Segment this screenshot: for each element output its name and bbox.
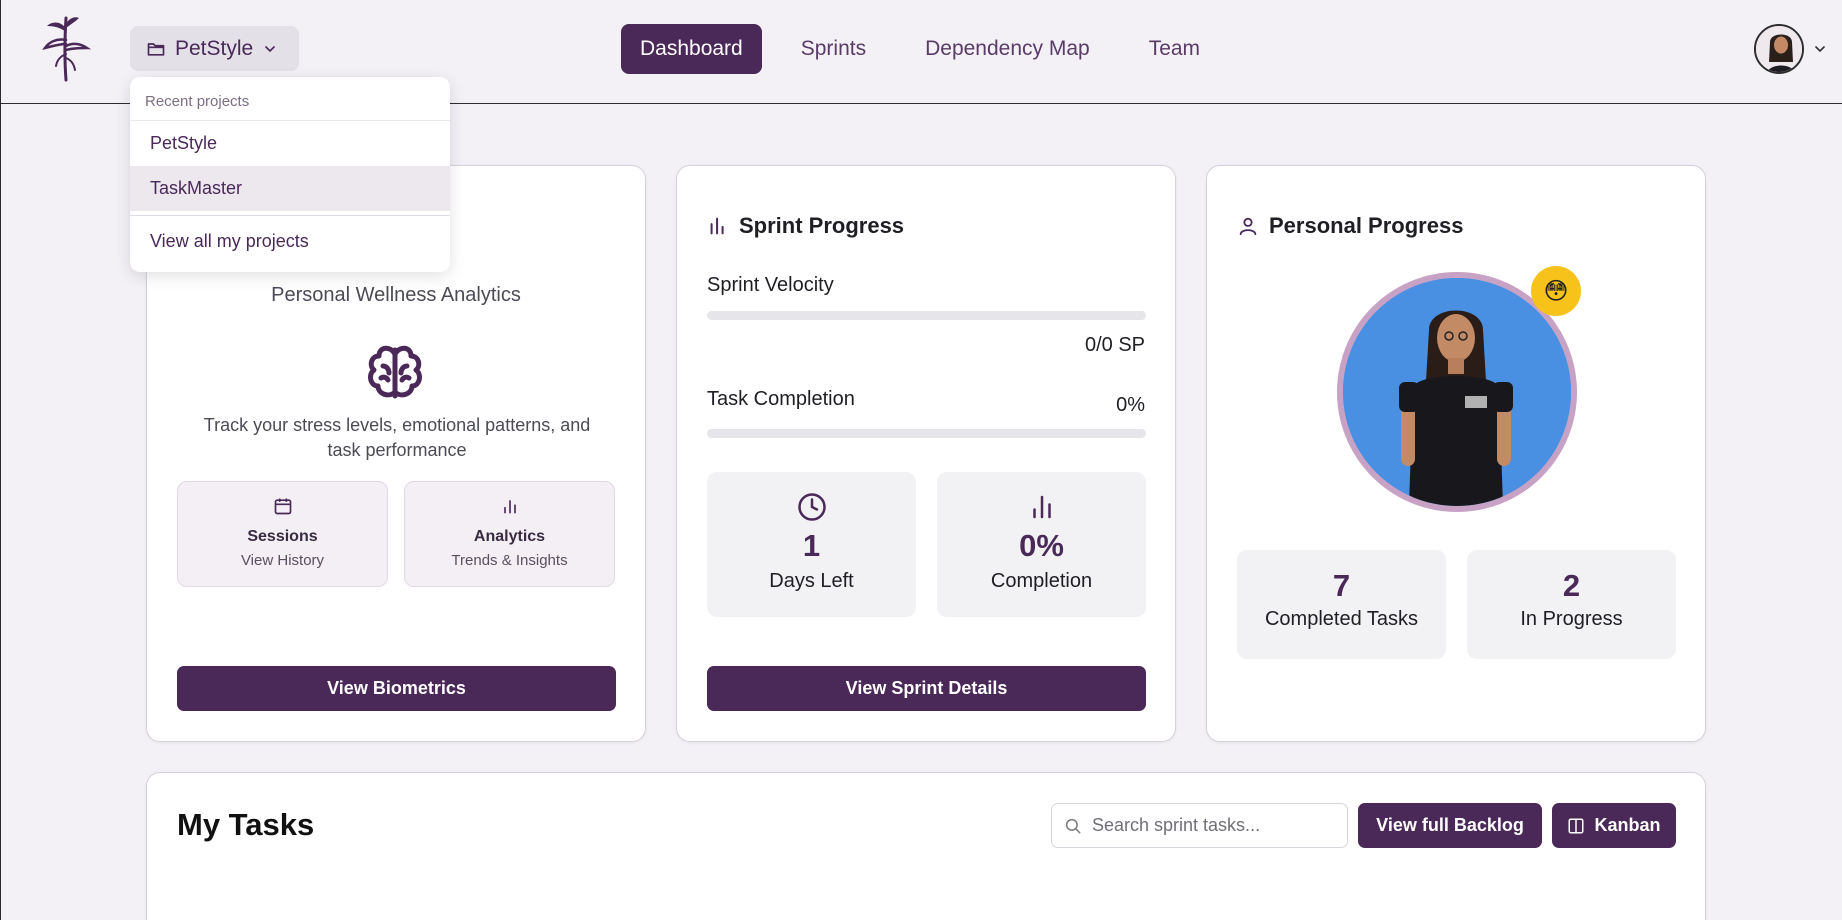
- view-all-projects-link[interactable]: View all my projects: [130, 216, 450, 266]
- sessions-tile[interactable]: Sessions View History: [177, 481, 388, 587]
- mood-emoji-badge[interactable]: 😳: [1531, 266, 1581, 316]
- completion-label: Task Completion: [707, 388, 855, 410]
- user-avatar[interactable]: [1754, 24, 1804, 74]
- dropdown-item-petstyle[interactable]: PetStyle: [130, 121, 450, 166]
- project-dropdown-menu: Recent projects PetStyle TaskMaster View…: [130, 77, 450, 272]
- user-menu[interactable]: [1754, 24, 1828, 74]
- avatar-figure: [1343, 278, 1571, 506]
- user-icon: [1239, 217, 1257, 236]
- chevron-down-icon: [1815, 46, 1825, 53]
- calendar-icon: [274, 498, 291, 515]
- velocity-value-row: 0/0 SP: [707, 334, 1145, 357]
- view-biometrics-button[interactable]: View Biometrics: [177, 666, 616, 711]
- bar-chart-icon: [710, 217, 724, 235]
- bar-chart-icon: [1032, 495, 1051, 519]
- view-full-backlog-button[interactable]: View full Backlog: [1358, 803, 1542, 848]
- velocity-row: Sprint Velocity: [707, 274, 1145, 297]
- app-logo-icon[interactable]: [41, 14, 91, 82]
- analytics-tile[interactable]: Analytics Trends & Insights: [404, 481, 615, 587]
- nav-sprints[interactable]: Sprints: [782, 24, 885, 74]
- project-selector-button[interactable]: PetStyle: [130, 26, 299, 71]
- my-tasks-card: My Tasks View full Backlog Kanban: [146, 772, 1706, 920]
- kanban-button-label: Kanban: [1594, 815, 1661, 835]
- folder-icon: [147, 42, 165, 56]
- completed-tasks-stat: 7 Completed Tasks: [1237, 550, 1446, 659]
- completion-stat-value: 0%: [1019, 528, 1064, 563]
- completion-stat-label: Completion: [990, 570, 1093, 592]
- velocity-value: 0/0 SP: [1084, 334, 1145, 356]
- my-tasks-title: My Tasks: [177, 807, 315, 842]
- in-progress-label: In Progress: [1520, 608, 1623, 630]
- main-nav: Dashboard Sprints Dependency Map Team: [621, 24, 1240, 74]
- completed-tasks-label: Completed Tasks: [1264, 608, 1419, 630]
- sprint-card-heading: Sprint Progress: [707, 213, 904, 239]
- chevron-down-icon: [265, 45, 276, 52]
- kanban-columns-icon: [1568, 818, 1584, 833]
- personal-card-heading: Personal Progress: [1237, 213, 1463, 239]
- nav-dashboard[interactable]: Dashboard: [621, 24, 762, 74]
- sprint-card-title: Sprint Progress: [739, 213, 905, 238]
- task-search-box[interactable]: [1051, 803, 1348, 848]
- velocity-progress-bar: [707, 311, 1146, 320]
- clock-icon: [797, 493, 826, 521]
- brain-icon: [368, 345, 422, 399]
- personal-card-title: Personal Progress: [1269, 213, 1464, 238]
- velocity-label: Sprint Velocity: [707, 274, 834, 296]
- completed-tasks-value: 7: [1332, 568, 1351, 603]
- analytics-title: Analytics: [473, 528, 546, 545]
- completion-progress-bar: [707, 429, 1146, 438]
- view-sprint-details-button[interactable]: View Sprint Details: [707, 666, 1146, 711]
- days-left-value: 1: [802, 528, 821, 563]
- completion-row: Task Completion 0%: [707, 388, 1145, 417]
- nav-dependency-map[interactable]: Dependency Map: [906, 24, 1109, 74]
- in-progress-stat: 2 In Progress: [1467, 550, 1676, 659]
- nav-team[interactable]: Team: [1130, 24, 1219, 74]
- bar-chart-icon: [503, 500, 516, 514]
- user-avatar-image: [1756, 26, 1802, 72]
- project-selector-label: PetStyle: [175, 36, 254, 60]
- kanban-button[interactable]: Kanban: [1552, 803, 1676, 848]
- wellness-subtitle: Personal Wellness Analytics: [271, 284, 521, 306]
- dropdown-item-taskmaster[interactable]: TaskMaster: [130, 166, 450, 211]
- search-icon: [1065, 818, 1081, 833]
- completion-value: 0%: [1116, 394, 1145, 416]
- sessions-title: Sessions: [247, 528, 318, 545]
- dropdown-heading: Recent projects: [130, 77, 450, 121]
- analytics-subtitle: Trends & Insights: [451, 552, 568, 569]
- completion-stat: 0% Completion: [937, 472, 1146, 617]
- task-search-input[interactable]: [1092, 815, 1332, 836]
- sprint-progress-card: Sprint Progress Sprint Velocity 0/0 SP T…: [676, 165, 1176, 742]
- days-left-label: Days Left: [769, 570, 854, 592]
- personal-progress-card: Personal Progress 😳 7 Completed Tasks 2 …: [1206, 165, 1706, 742]
- days-left-stat: 1 Days Left: [707, 472, 916, 617]
- wellness-description: Track your stress levels, emotional patt…: [203, 415, 591, 460]
- sessions-subtitle: View History: [240, 552, 325, 569]
- in-progress-value: 2: [1562, 568, 1581, 603]
